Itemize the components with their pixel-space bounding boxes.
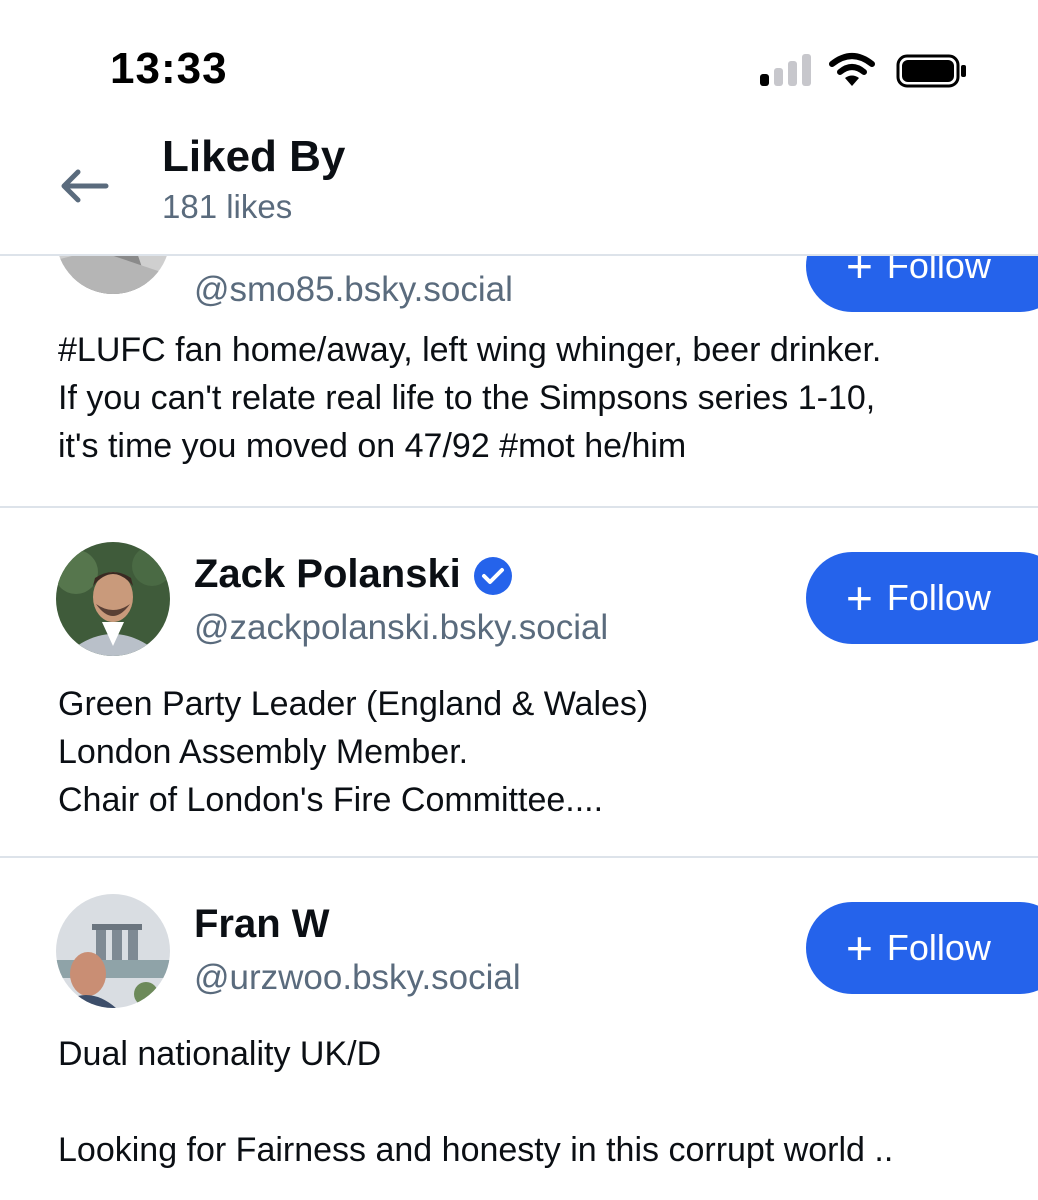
plus-icon: + (846, 572, 873, 624)
cellular-signal-icon (760, 52, 812, 86)
page-title: Liked By (162, 132, 346, 181)
plus-icon: + (846, 922, 873, 974)
battery-icon (896, 54, 966, 88)
user-handle: @smo85.bsky.social (194, 270, 513, 309)
follow-label: Follow (886, 577, 991, 618)
avatar[interactable] (56, 894, 170, 1008)
follow-button[interactable]: + Follow (806, 552, 1038, 644)
verified-check-icon (473, 557, 512, 596)
user-handle: @urzwoo.bsky.social (194, 958, 521, 997)
liked-by-list: @smo85.bsky.social + Follow #LUFC fan ho… (0, 256, 1038, 1200)
user-bio: Green Party Leader (England & Wales) Lon… (58, 685, 649, 819)
follow-label: Follow (886, 256, 991, 286)
page-header: Liked By 181 likes (0, 120, 1038, 256)
list-item[interactable]: @smo85.bsky.social + Follow #LUFC fan ho… (0, 256, 1038, 508)
user-handle: @zackpolanski.bsky.social (194, 608, 609, 647)
user-bio: Dual nationality UK/D Looking for Fairne… (58, 1035, 894, 1169)
likes-count: 181 likes (162, 188, 293, 225)
follow-label: Follow (886, 927, 991, 968)
plus-icon: + (846, 256, 873, 292)
list-item[interactable]: Zack Polanski @zackpolanski.bsky.social … (0, 508, 1038, 858)
follow-button[interactable]: + Follow (806, 256, 1038, 312)
wifi-icon (829, 53, 875, 86)
user-bio: #LUFC fan home/away, left wing whinger, … (58, 331, 882, 465)
avatar[interactable] (56, 542, 170, 656)
follow-button[interactable]: + Follow (806, 902, 1038, 994)
status-time: 13:33 (110, 44, 228, 93)
list-item[interactable]: Fran W @urzwoo.bsky.social + Follow Dual… (0, 858, 1038, 1200)
status-bar: 13:33 (0, 0, 1038, 120)
user-display-name: Zack Polanski (194, 552, 461, 596)
user-display-name: Fran W (194, 902, 330, 946)
back-arrow-icon[interactable] (54, 156, 114, 216)
user-name: Fran W (194, 902, 330, 947)
user-name: Zack Polanski (194, 552, 513, 597)
avatar[interactable] (56, 256, 170, 294)
